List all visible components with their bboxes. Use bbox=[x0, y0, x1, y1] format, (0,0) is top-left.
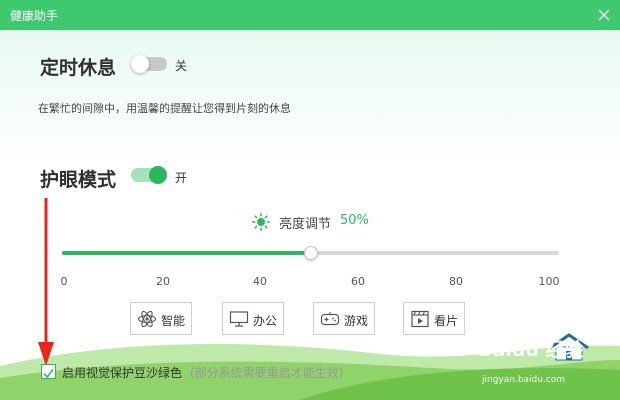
slider-tick-label: 20 bbox=[156, 275, 170, 288]
rest-toggle[interactable] bbox=[131, 55, 167, 73]
slider-tick-label: 60 bbox=[351, 275, 365, 288]
slider-tick-label: 80 bbox=[449, 275, 463, 288]
title-bar: 健康助手 bbox=[0, 0, 620, 30]
close-icon bbox=[598, 9, 610, 21]
mode-label: 办公 bbox=[253, 314, 278, 328]
sandbeige-checkbox[interactable] bbox=[41, 364, 56, 379]
mode-label: 游戏 bbox=[344, 314, 369, 328]
film-icon bbox=[411, 310, 429, 328]
slider-thumb[interactable] bbox=[303, 246, 318, 260]
brightness-slider[interactable] bbox=[62, 245, 559, 261]
watermark-url: jingyan.baidu.com bbox=[482, 375, 566, 385]
eye-care-toggle-state: 开 bbox=[175, 171, 188, 185]
window-title: 健康助手 bbox=[10, 9, 59, 23]
rest-toggle-state: 关 bbox=[175, 59, 188, 73]
close-button[interactable] bbox=[594, 5, 614, 25]
eye-care-section-title: 护眼模式 bbox=[40, 169, 117, 191]
mode-label: 智能 bbox=[161, 314, 186, 328]
health-assistant-window: 健康助手 定时休息 关 在繁忙的间隙中，用温馨的提醒让您得到片刻的休息 护眼模式… bbox=[0, 0, 620, 400]
slider-tick-label: 100 bbox=[538, 275, 560, 288]
monitor-icon bbox=[229, 311, 249, 327]
sandbeige-note: (部分系统需要重启才能生效) bbox=[190, 366, 344, 380]
sandbeige-label[interactable]: 启用视觉保护豆沙绿色 bbox=[62, 364, 182, 381]
toggle-knob bbox=[131, 55, 149, 73]
brightness-label: 亮度调节 bbox=[279, 217, 332, 232]
toggle-knob bbox=[149, 166, 167, 184]
watermark-logo: Baidu 经验 bbox=[478, 339, 584, 361]
eye-care-toggle[interactable] bbox=[131, 166, 167, 184]
gamepad-icon bbox=[320, 312, 340, 326]
slider-fill bbox=[62, 251, 311, 255]
sun-icon bbox=[252, 213, 270, 231]
brightness-value: 50% bbox=[340, 213, 369, 228]
rest-description: 在繁忙的间隙中，用温馨的提醒让您得到片刻的休息 bbox=[38, 102, 291, 115]
checkmark-icon bbox=[43, 369, 54, 379]
mode-label: 看片 bbox=[434, 314, 459, 328]
rest-section-title: 定时休息 bbox=[40, 57, 117, 79]
slider-tick-label: 40 bbox=[253, 275, 267, 288]
atom-icon bbox=[137, 310, 157, 328]
red-arrow-annotation bbox=[38, 198, 54, 366]
